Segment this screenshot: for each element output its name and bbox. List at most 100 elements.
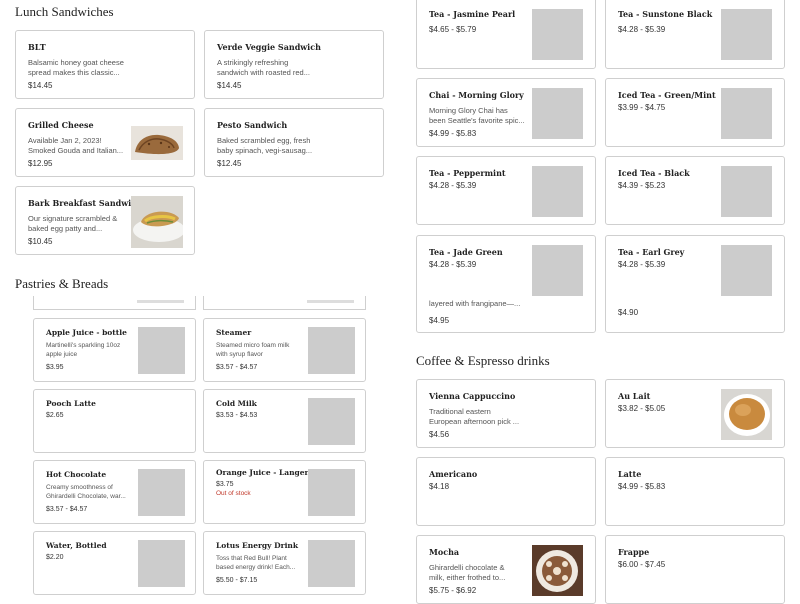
placeholder-image bbox=[532, 166, 583, 217]
menu-item-card[interactable]: BLT Balsamic honey goat cheese spread mak… bbox=[15, 30, 195, 99]
item-price: $3.99 - $4.75 bbox=[618, 103, 666, 112]
item-price: $4.65 - $5.79 bbox=[429, 25, 477, 34]
menu-item-card[interactable]: Pooch Latte $2.65 bbox=[33, 389, 196, 453]
item-description: Balsamic honey goat cheese spread makes t… bbox=[28, 58, 124, 77]
item-price: $4.90 bbox=[618, 308, 639, 317]
item-price: $14.45 bbox=[28, 81, 53, 90]
placeholder-image bbox=[138, 540, 185, 587]
item-price: $3.57 - $4.57 bbox=[46, 506, 88, 513]
menu-item-card[interactable]: Steamer Steamed micro foam milk with syru… bbox=[203, 318, 366, 382]
item-description: layered with frangipane—... bbox=[429, 299, 521, 308]
item-price: $4.28 - $5.39 bbox=[429, 260, 477, 269]
item-description: Toss that Red Bull! Plant based energy dr… bbox=[216, 555, 296, 571]
item-name: Iced Tea - Black bbox=[618, 168, 690, 178]
item-price: $10.45 bbox=[28, 237, 53, 246]
placeholder-image bbox=[721, 9, 772, 60]
item-name: Lotus Energy Drink bbox=[216, 541, 299, 550]
item-price: $3.53 - $4.53 bbox=[216, 412, 258, 419]
menu-item-card[interactable]: Au Lait $3.82 - $5.05 bbox=[605, 379, 785, 448]
menu-item-card[interactable]: Tea - Jade Green $4.28 - $5.39 layered w… bbox=[416, 235, 596, 333]
section-title-pastries: Pastries & Breads bbox=[15, 276, 109, 291]
section-title-lunch: Lunch Sandwiches bbox=[15, 4, 114, 19]
placeholder-image bbox=[308, 469, 355, 516]
placeholder-image bbox=[721, 166, 772, 217]
section-title-coffee: Coffee & Espresso drinks bbox=[416, 353, 550, 368]
menu-item-card[interactable]: Apple Juice - bottle Martinelli's sparkl… bbox=[33, 318, 196, 382]
item-name: Vienna Cappuccino bbox=[429, 391, 516, 401]
item-name: Latte bbox=[618, 469, 642, 479]
placeholder-image bbox=[532, 88, 583, 139]
menu-item-card[interactable]: Orange Juice - Langers $3.75 Out of stoc… bbox=[203, 460, 366, 524]
item-name: Tea - Earl Grey bbox=[618, 247, 685, 257]
item-price: $3.75 bbox=[216, 481, 234, 488]
thumb-fragment bbox=[307, 300, 354, 303]
item-description: Morning Glory Chai has been Seattle's fav… bbox=[429, 106, 525, 125]
item-name: Iced Tea - Green/Mint bbox=[618, 90, 716, 100]
item-name: Verde Veggie Sandwich bbox=[217, 42, 321, 52]
item-name: Bark Breakfast Sandwich bbox=[28, 198, 142, 208]
placeholder-image bbox=[721, 245, 772, 296]
item-price: $3.82 - $5.05 bbox=[618, 404, 666, 413]
item-price: $5.75 - $6.92 bbox=[429, 586, 477, 595]
item-price: $3.57 - $4.57 bbox=[216, 364, 258, 371]
item-name: Americano bbox=[429, 469, 478, 479]
menu-item-card[interactable]: Pesto Sandwich Baked scrambled egg, fres… bbox=[204, 108, 384, 177]
item-price: $4.56 bbox=[429, 430, 450, 439]
mocha-photo bbox=[532, 545, 583, 596]
item-name: Au Lait bbox=[618, 391, 651, 401]
item-price: $4.28 - $5.39 bbox=[429, 181, 477, 190]
menu-item-card[interactable]: Chai - Morning Glory Morning Glory Chai … bbox=[416, 78, 596, 147]
item-name: Steamer bbox=[216, 328, 252, 337]
item-description: Traditional eastern European afternoon pi… bbox=[429, 407, 520, 426]
card-fragment bbox=[33, 296, 196, 310]
menu-item-card[interactable]: Latte $4.99 - $5.83 bbox=[605, 457, 785, 526]
au-lait-photo bbox=[721, 389, 772, 440]
item-description: A strikingly refreshing sandwich with roa… bbox=[217, 58, 310, 77]
item-description: Martinelli's sparkling 10oz apple juice bbox=[46, 342, 121, 358]
menu-item-card[interactable]: Hot Chocolate Creamy smoothness of Ghirar… bbox=[33, 460, 196, 524]
menu-item-card[interactable]: Tea - Peppermint $4.28 - $5.39 bbox=[416, 156, 596, 225]
item-price: $4.39 - $5.23 bbox=[618, 181, 666, 190]
menu-item-card[interactable]: Tea - Jasmine Pearl $4.65 - $5.79 bbox=[416, 0, 596, 69]
placeholder-image bbox=[721, 88, 772, 139]
menu-item-card[interactable]: Iced Tea - Black $4.39 - $5.23 bbox=[605, 156, 785, 225]
item-price: $6.00 - $7.45 bbox=[618, 560, 666, 569]
item-price: $4.28 - $5.39 bbox=[618, 25, 666, 34]
breakfast-sandwich-photo bbox=[131, 196, 183, 248]
menu-item-card[interactable]: Vienna Cappuccino Traditional eastern Eur… bbox=[416, 379, 596, 448]
item-name: Apple Juice - bottle bbox=[46, 328, 127, 337]
menu-item-card[interactable]: Tea - Sunstone Black $4.28 - $5.39 bbox=[605, 0, 785, 69]
menu-item-card[interactable]: Verde Veggie Sandwich A strikingly refre… bbox=[204, 30, 384, 99]
item-name: Water, Bottled bbox=[46, 541, 107, 550]
item-description: Baked scrambled egg, fresh baby spinach, … bbox=[217, 136, 313, 155]
item-price: $4.95 bbox=[429, 316, 450, 325]
item-price: $2.65 bbox=[46, 412, 64, 419]
menu-item-card[interactable]: Lotus Energy Drink Toss that Red Bull! P… bbox=[203, 531, 366, 595]
menu-item-card[interactable]: Frappe $6.00 - $7.45 bbox=[605, 535, 785, 604]
item-name: BLT bbox=[28, 42, 46, 52]
item-price: $12.95 bbox=[28, 159, 53, 168]
menu-item-card[interactable]: Grilled Cheese Available Jan 2, 2023! Smo… bbox=[15, 108, 195, 177]
item-price: $14.45 bbox=[217, 81, 242, 90]
menu-item-card[interactable]: Bark Breakfast Sandwich Our signature sc… bbox=[15, 186, 195, 255]
item-name: Hot Chocolate bbox=[46, 470, 107, 479]
menu-item-card[interactable]: Water, Bottled $2.20 bbox=[33, 531, 196, 595]
menu-item-card[interactable]: Cold Milk $3.53 - $4.53 bbox=[203, 389, 366, 453]
placeholder-image bbox=[138, 469, 185, 516]
menu-item-card[interactable]: Tea - Earl Grey $4.28 - $5.39 $4.90 bbox=[605, 235, 785, 333]
item-price: $4.18 bbox=[429, 482, 450, 491]
placeholder-image bbox=[308, 398, 355, 445]
item-name: Tea - Sunstone Black bbox=[618, 9, 713, 19]
menu-item-card[interactable]: Iced Tea - Green/Mint $3.99 - $4.75 bbox=[605, 78, 785, 147]
item-name: Cold Milk bbox=[216, 399, 257, 408]
item-description: Ghirardelli chocolate & milk, either frot… bbox=[429, 563, 506, 582]
menu-item-card[interactable]: Mocha Ghirardelli chocolate & milk, eithe… bbox=[416, 535, 596, 604]
item-name: Tea - Jade Green bbox=[429, 247, 503, 257]
item-description: Available Jan 2, 2023! Smoked Gouda and I… bbox=[28, 136, 124, 155]
item-name: Pooch Latte bbox=[46, 399, 96, 408]
item-price: $5.50 - $7.15 bbox=[216, 577, 258, 584]
card-fragment bbox=[203, 296, 366, 310]
item-price: $2.20 bbox=[46, 554, 64, 561]
menu-item-card[interactable]: Americano $4.18 bbox=[416, 457, 596, 526]
item-name: Pesto Sandwich bbox=[217, 120, 288, 130]
